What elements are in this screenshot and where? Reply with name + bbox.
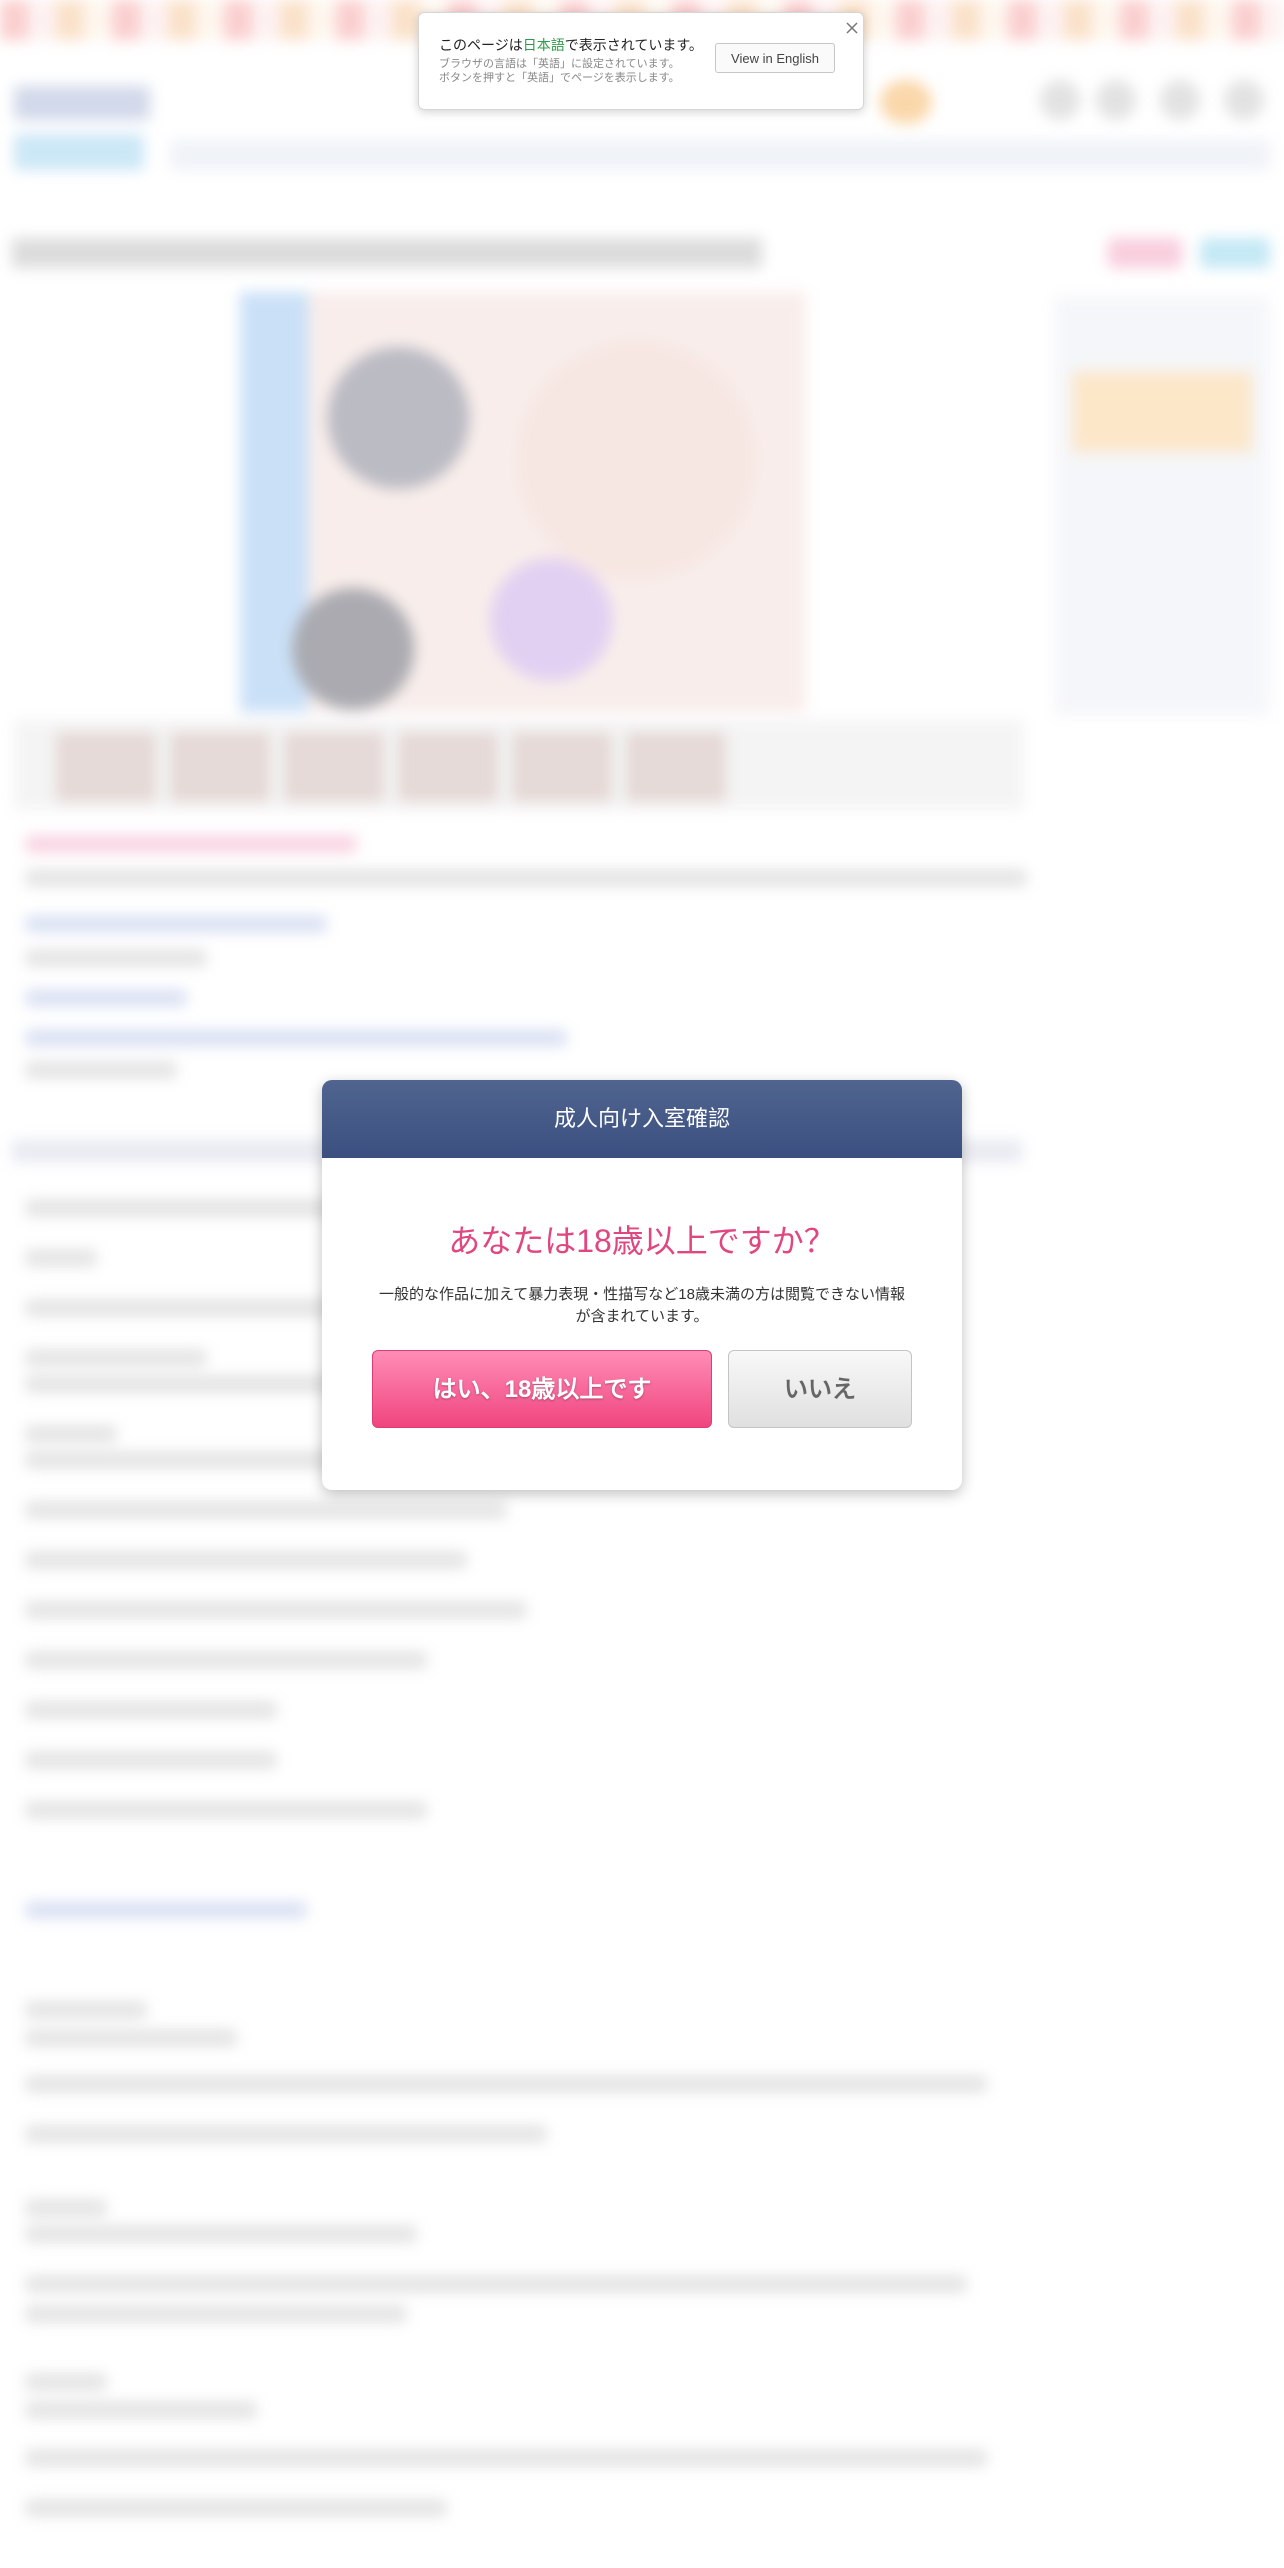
translation-subtext: ブラウザの言語は「英語」に設定されています。 ボタンを押すと「英語」でページを表… <box>439 57 680 85</box>
decline-button[interactable]: いいえ <box>728 1350 912 1428</box>
translation-suffix: で表示されています。 <box>564 37 703 53</box>
confirm-adult-button[interactable]: はい、18歳以上です <box>372 1350 712 1428</box>
age-verification-modal: 成人向け入室確認 あなたは18歳以上ですか？ 一般的な作品に加えて暴力表現・性描… <box>322 1080 962 1490</box>
age-question: あなたは18歳以上ですか？ <box>448 1223 836 1259</box>
translation-language: 日本語 <box>522 37 565 53</box>
modal-title: 成人向け入室確認 <box>322 1080 962 1158</box>
age-description: 一般的な作品に加えて暴力表現・性描写など18歳未満の方は閲覧できない情報が含まれ… <box>379 1286 905 1325</box>
translation-message: このページは日本語で表示されています。 <box>439 35 703 55</box>
translation-subtext-line: ブラウザの言語は「英語」に設定されています。 <box>439 58 680 70</box>
close-icon[interactable] <box>841 17 863 39</box>
translation-subtext-line: ボタンを押すと「英語」でページを表示します。 <box>439 72 680 84</box>
translation-banner: このページは日本語で表示されています。 ブラウザの言語は「英語」に設定されていま… <box>418 12 864 110</box>
view-in-english-button[interactable]: View in English <box>715 43 835 73</box>
translation-prefix: このページは <box>439 37 523 53</box>
